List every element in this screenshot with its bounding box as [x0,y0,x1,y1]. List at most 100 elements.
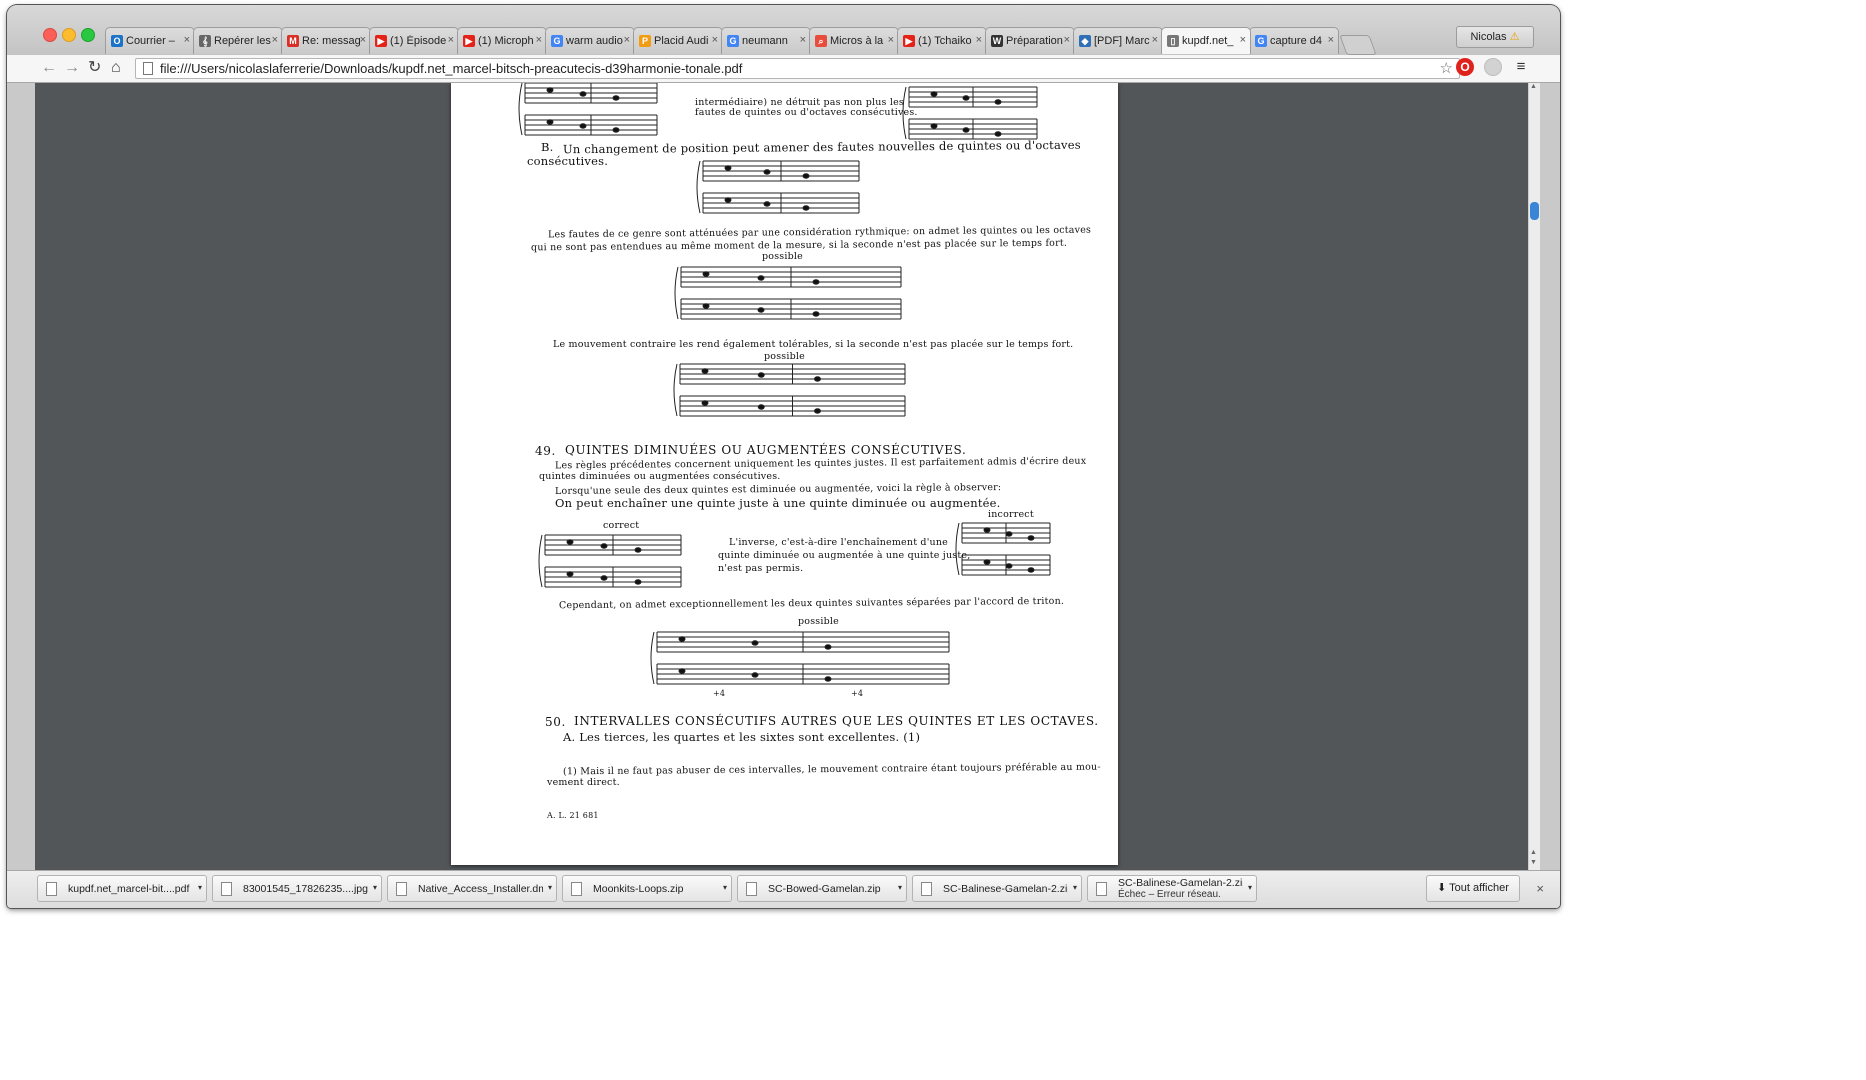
tab-label: Préparation [1006,35,1063,47]
document-icon: ◆ [1079,35,1091,47]
tab-label: (1) Microph [478,35,534,47]
download-menu-chevron-icon[interactable]: ▾ [373,883,377,892]
tab-close-icon[interactable]: × [1152,34,1158,46]
pdf-text-plus4a: +4 [713,689,726,698]
back-button[interactable]: ← [41,59,57,77]
music-staff-5b [679,395,906,417]
tab-13[interactable]: ▯ kupdf.net_ × [1161,27,1251,54]
window-maximize-button[interactable] [81,28,95,42]
home-button[interactable]: ⌂ [111,59,121,77]
download-menu-chevron-icon[interactable]: ▾ [198,883,202,892]
staff-brace-4 [674,266,679,320]
pdf-text-s50-A: A. Les tierces, les quartes et les sixte… [563,730,921,744]
pdf-text-inv1: L'inverse, c'est-à-dire l'enchaînement d… [729,537,948,548]
scroll-up-arrow[interactable]: ▲ [1530,83,1537,90]
tab-8[interactable]: Gneumann × [721,27,811,54]
pdf-text-s50-title: INTERVALLES CONSÉCUTIFS AUTRES QUE LES Q… [574,714,1099,728]
profile-button[interactable]: Nicolas ⚠ [1456,26,1534,48]
pdf-viewer[interactable]: intermédiaire) ne détruit pas non plus l… [35,83,1528,870]
scrollbar-thumb[interactable] [1530,202,1539,220]
tab-11[interactable]: W Préparation × [985,27,1075,54]
music-staff-7b [961,554,1051,576]
vertical-scrollbar[interactable]: ▲ ▲ ▼ [1528,83,1540,870]
staff-brace-1 [518,83,523,136]
address-bar[interactable]: file:///Users/nicolaslaferrerie/Download… [135,58,1460,79]
staff-brace-3 [696,160,701,214]
tab-close-icon[interactable]: × [360,34,366,46]
tab-9[interactable]: ⌕ Micros à la × [809,27,899,54]
youtube-icon: ▶ [463,35,475,47]
download-menu-chevron-icon[interactable]: ▾ [723,883,727,892]
pdf-text-s49-num: 49. [535,444,556,458]
tab-12[interactable]: ◆ [PDF] Marc × [1073,27,1163,54]
tab-close-icon[interactable]: × [624,34,630,46]
tab-4[interactable]: ▶ (1) Épisode × [369,27,459,54]
close-downloads-shelf-button[interactable]: × [1536,881,1544,896]
tab-3[interactable]: M Re: messag × [281,27,371,54]
file-icon [921,882,932,896]
tab-label: Micros à la [830,35,884,47]
forward-button[interactable]: → [64,59,80,77]
download-menu-chevron-icon[interactable]: ▾ [1073,883,1077,892]
tab-label: Re: messag [302,35,361,47]
reload-button[interactable]: ↻ [88,59,101,77]
browser-window: O Courrier – × 𝄞 Repérer les × M Re: messag × ▶(… [7,5,1560,908]
download-item[interactable]: SC-Balinese-Gamelan-2.zip Échec – Erreur … [1087,875,1257,902]
tab-label: Courrier – [126,35,175,47]
download-item[interactable]: Moonkits-Loops.zip ▾ [562,875,732,902]
tab-close-icon[interactable]: × [888,34,894,46]
tab-label: [PDF] Marc [1094,35,1150,47]
music-staff-8b [656,663,950,685]
tab-label: neumann [742,35,788,47]
scroll-up-arrow-bottom[interactable]: ▲ [1530,849,1537,856]
tab-1[interactable]: O Courrier – × [105,27,195,54]
gmail-icon: M [287,35,299,47]
file-icon [221,882,232,896]
youtube-icon: ▶ [903,35,915,47]
download-item[interactable]: Native_Access_Installer.dmg ▾ [387,875,557,902]
tab-close-icon[interactable]: × [1064,34,1070,46]
show-all-downloads-button[interactable]: ⬇ Tout afficher [1426,875,1520,902]
tab-7[interactable]: P Placid Audi × [633,27,723,54]
new-tab-button[interactable] [1339,35,1377,55]
pdf-text-fn2: vement direct. [547,777,620,788]
tab-close-icon[interactable]: × [976,34,982,46]
extension-icon[interactable] [1484,58,1502,76]
tab-5[interactable]: ▶ (1) Microph × [457,27,547,54]
tab-close-icon[interactable]: × [184,34,190,46]
music-staff-8a [656,631,950,653]
window-minimize-button[interactable] [62,28,76,42]
tab-6[interactable]: Gwarm audio × [545,27,635,54]
tab-close-icon[interactable]: × [712,34,718,46]
download-menu-chevron-icon[interactable]: ▾ [898,883,902,892]
download-item[interactable]: SC-Bowed-Gamelan.zip ▾ [737,875,907,902]
tab-10[interactable]: ▶ (1) Tchaiko × [897,27,987,54]
tab-close-icon[interactable]: × [1328,34,1334,46]
download-item[interactable]: 83001545_17826235....jpg ▾ [212,875,382,902]
download-menu-chevron-icon[interactable]: ▾ [1248,883,1252,892]
download-menu-chevron-icon[interactable]: ▾ [548,883,552,892]
tab-close-icon[interactable]: × [272,34,278,46]
tab-close-icon[interactable]: × [1240,34,1246,46]
tab-2[interactable]: 𝄞 Repérer les × [193,27,283,54]
window-close-button[interactable] [43,28,57,42]
outlook-icon: O [111,35,123,47]
music-staff-2a [908,86,1038,108]
scroll-down-arrow[interactable]: ▼ [1530,859,1537,866]
wikipedia-icon: W [991,35,1003,47]
download-item[interactable]: SC-Balinese-Gamelan-2.zip ▾ [912,875,1082,902]
tab-label: capture d4 [1270,35,1322,47]
pdf-text-top2: fautes de quintes ou d'octaves consécuti… [695,107,918,118]
tab-14[interactable]: Gcapture d4 × [1249,27,1339,54]
bookmark-star-icon[interactable]: ☆ [1440,59,1453,78]
tab-close-icon[interactable]: × [448,34,454,46]
download-item[interactable]: kupdf.net_marcel-bit....pdf ▾ [37,875,207,902]
tab-close-icon[interactable]: × [536,34,542,46]
pdf-text-s49-title: QUINTES DIMINUÉES OU AUGMENTÉES CONSÉCUT… [565,443,967,457]
pdf-text-s49-rule: On peut enchaîner une quinte juste à une… [555,496,1001,510]
opera-extension-icon[interactable]: O [1456,58,1474,76]
music-staff-3a [702,160,860,182]
menu-icon[interactable]: ≡ [1512,58,1530,76]
download-filename: SC-Bowed-Gamelan.zip [768,883,881,895]
tab-close-icon[interactable]: × [800,34,806,46]
